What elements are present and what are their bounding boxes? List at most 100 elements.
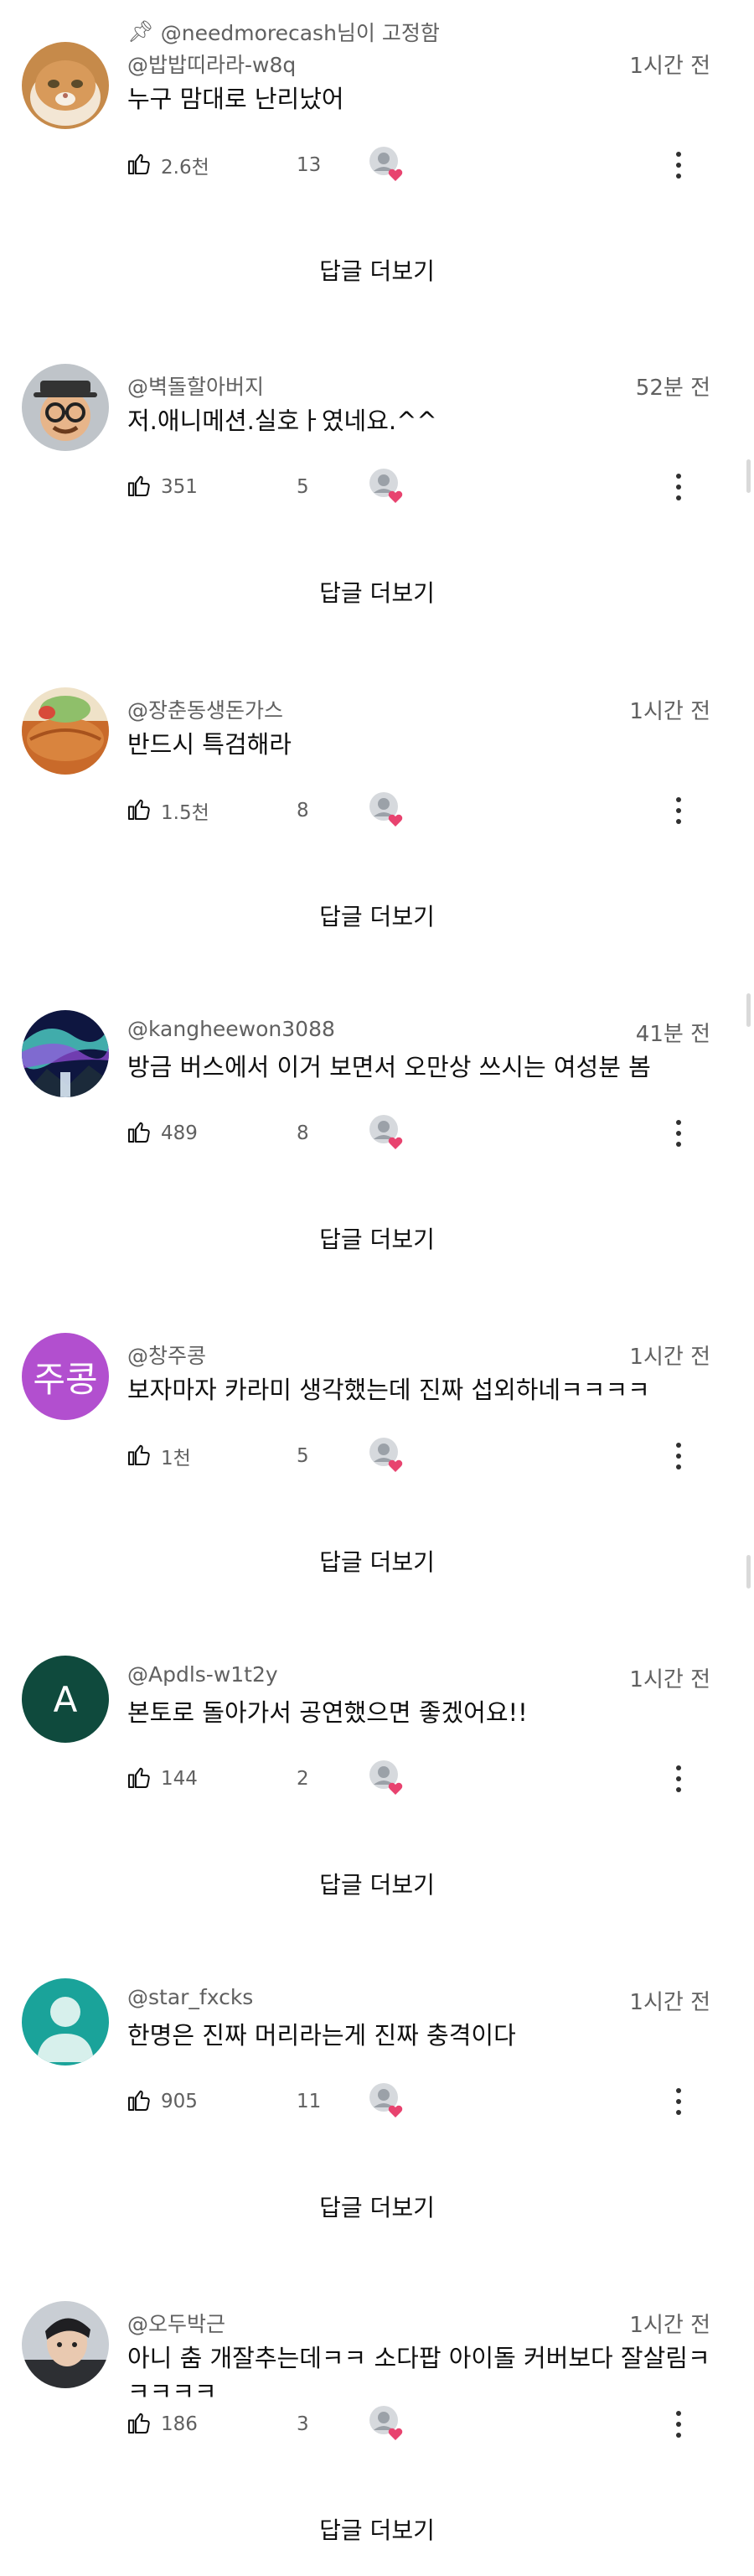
like-count: 144 — [161, 1768, 198, 1790]
more-replies-button[interactable]: 답글 더보기 — [0, 899, 754, 932]
more-vertical-icon[interactable] — [670, 792, 687, 829]
avatar[interactable] — [22, 2301, 109, 2388]
comment-time: 1시간 전 — [629, 1667, 710, 1692]
like-count: 351 — [161, 476, 198, 498]
reply-count: 2 — [297, 1768, 309, 1790]
avatar[interactable]: A — [22, 1656, 109, 1743]
like-button[interactable]: 489 — [126, 1117, 198, 1150]
avatar[interactable] — [22, 42, 109, 129]
comment-author[interactable]: @Apdls-w1t2y — [127, 1662, 278, 1687]
more-replies-button[interactable]: 답글 더보기 — [0, 253, 754, 287]
more-replies-button[interactable]: 답글 더보기 — [0, 575, 754, 609]
thumbs-up-icon — [126, 150, 152, 180]
more-vertical-icon[interactable] — [670, 1115, 687, 1152]
more-replies-button[interactable]: 답글 더보기 — [0, 1221, 754, 1255]
comment-author[interactable]: @장춘동생돈가스 — [127, 694, 283, 724]
pinned-text: @needmorecash님이 고정함 — [160, 21, 440, 45]
comment-item: @star_fxcks 1시간 전 한명은 진짜 머리라는게 진짜 충격이다 9… — [0, 1936, 754, 2253]
comment-time: 1시간 전 — [629, 1345, 710, 1370]
creator-heart-icon — [367, 790, 405, 828]
more-vertical-icon[interactable] — [670, 469, 687, 505]
thumbs-up-icon — [126, 1441, 152, 1471]
comment-time: 1시간 전 — [629, 54, 710, 79]
comment-item: @장춘동생돈가스 1시간 전 반드시 특검해라 1.5천 8 답글 더보기 — [0, 645, 754, 962]
reply-count: 3 — [297, 2413, 309, 2435]
comment-author[interactable]: @밥밥띠라라-w8q — [127, 49, 296, 79]
reply-button[interactable]: 2 — [288, 1762, 309, 1802]
reply-button[interactable]: 11 — [288, 2085, 321, 2125]
creator-heart-icon — [367, 144, 405, 183]
like-button[interactable]: 186 — [126, 2408, 198, 2441]
creator-heart-icon — [367, 2081, 405, 2119]
like-count: 1.5천 — [161, 802, 209, 824]
scrollbar-thumb[interactable] — [746, 993, 751, 1027]
comment-item: @벽돌할아버지 52분 전 저.애니메션.실호ㅏ였네요.^^ 351 5 답글 … — [0, 322, 754, 639]
reply-button[interactable]: 3 — [288, 2408, 309, 2448]
comment-author[interactable]: @star_fxcks — [127, 1985, 253, 2009]
like-count: 186 — [161, 2413, 198, 2435]
more-replies-button[interactable]: 답글 더보기 — [0, 2190, 754, 2223]
comment-time: 1시간 전 — [629, 2313, 710, 2338]
avatar-letters: 주콩 — [33, 1358, 98, 1400]
comment-item: @오두박근 1시간 전 아니 춤 개잘추는데ㅋㅋ 소다팝 아이돌 커버보다 잘살… — [0, 2259, 754, 2576]
more-vertical-icon[interactable] — [670, 1760, 687, 1797]
pinned-label: 📌︎ @needmorecash님이 고정함 — [127, 17, 440, 47]
comment-author[interactable]: @오두박근 — [127, 2308, 225, 2338]
comment-time: 41분 전 — [635, 1022, 710, 1047]
comment-time: 1시간 전 — [629, 1990, 710, 2015]
like-button[interactable]: 1.5천 — [126, 794, 209, 827]
comment-text: 아니 춤 개잘추는데ㅋㅋ 소다팝 아이돌 커버보다 잘살림ㅋㅋㅋㅋㅋ — [127, 2344, 710, 2406]
comment-item: A @Apdls-w1t2y 1시간 전 본토로 돌아가서 공연했으면 좋겠어요… — [0, 1614, 754, 1931]
comment-time: 1시간 전 — [629, 699, 710, 724]
reply-button[interactable]: 5 — [288, 470, 309, 511]
like-button[interactable]: 905 — [126, 2085, 198, 2118]
comment-text: 한명은 진짜 머리라는게 진짜 충격이다 — [127, 2021, 516, 2050]
more-vertical-icon[interactable] — [670, 1438, 687, 1475]
comment-text: 본토로 돌아가서 공연했으면 좋겠어요!! — [127, 1698, 528, 1727]
comment-text: 누구 맘대로 난리났어 — [127, 85, 344, 113]
scrollbar-thumb[interactable] — [746, 459, 751, 493]
more-replies-button[interactable]: 답글 더보기 — [0, 1867, 754, 1900]
reply-button[interactable]: 5 — [288, 1439, 309, 1480]
thumbs-up-icon — [126, 796, 152, 826]
like-button[interactable]: 144 — [126, 1762, 198, 1796]
avatar[interactable] — [22, 364, 109, 451]
avatar[interactable] — [22, 687, 109, 775]
more-replies-button[interactable]: 답글 더보기 — [0, 2512, 754, 2546]
comment-item: @kangheewon3088 41분 전 방금 버스에서 이거 보면서 오만상… — [0, 968, 754, 1285]
like-button[interactable]: 1천 — [126, 1439, 191, 1473]
reply-count: 5 — [297, 476, 309, 498]
avatar[interactable] — [22, 1978, 109, 2065]
like-count: 489 — [161, 1122, 198, 1144]
comment-author[interactable]: @kangheewon3088 — [127, 1017, 335, 1041]
comment-author[interactable]: @창주콩 — [127, 1340, 206, 1370]
creator-heart-icon — [367, 2403, 405, 2442]
reply-button[interactable]: 8 — [288, 1117, 309, 1157]
creator-heart-icon — [367, 1435, 405, 1474]
scrollbar-thumb[interactable] — [746, 1555, 751, 1589]
more-replies-button[interactable]: 답글 더보기 — [0, 1544, 754, 1578]
avatar[interactable] — [22, 1010, 109, 1097]
like-count: 1천 — [161, 1448, 191, 1469]
comment-author[interactable]: @벽돌할아버지 — [127, 371, 264, 401]
comment-text: 방금 버스에서 이거 보면서 오만상 쓰시는 여성분 봄 — [127, 1053, 651, 1081]
avatar-letters: A — [53, 1678, 78, 1720]
avatar[interactable]: 주콩 — [22, 1333, 109, 1420]
comment-text: 저.애니메션.실호ㅏ였네요.^^ — [127, 407, 437, 435]
like-count: 905 — [161, 2091, 198, 2112]
pin-icon: 📌︎ — [127, 19, 154, 44]
thumbs-up-icon — [126, 2409, 152, 2439]
reply-button[interactable]: 8 — [288, 794, 309, 834]
like-button[interactable]: 351 — [126, 470, 198, 504]
reply-count: 13 — [297, 154, 322, 176]
reply-button[interactable]: 13 — [288, 148, 322, 189]
more-vertical-icon[interactable] — [670, 2406, 687, 2443]
more-vertical-icon[interactable] — [670, 2083, 687, 2120]
more-vertical-icon[interactable] — [670, 147, 687, 184]
like-button[interactable]: 2.6천 — [126, 148, 209, 182]
comment-item: 주콩 @창주콩 1시간 전 보자마자 카라미 생각했는데 진짜 섭외하네ㅋㅋㅋㅋ… — [0, 1291, 754, 1608]
creator-heart-icon — [367, 1112, 405, 1151]
comment-text: 반드시 특검해라 — [127, 730, 292, 759]
reply-count: 5 — [297, 1445, 309, 1467]
reply-count: 8 — [297, 1122, 309, 1144]
